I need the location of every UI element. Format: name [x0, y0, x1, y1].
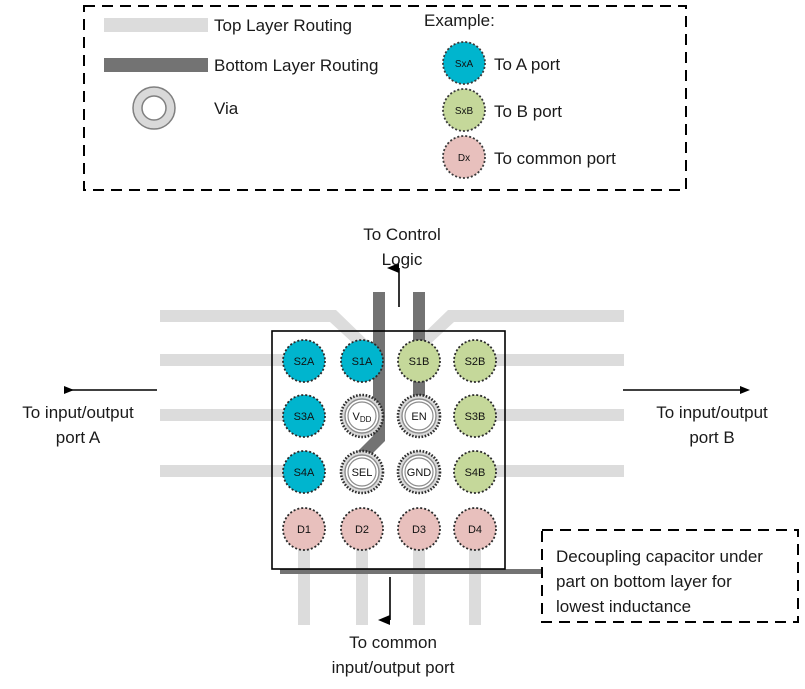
pad-label: D2: [355, 524, 369, 536]
pad-label: S2A: [294, 356, 315, 368]
pad-label: D3: [412, 524, 426, 536]
pad-d2: D2: [340, 507, 384, 551]
annotation-control-logic-line1: To Control: [363, 225, 440, 244]
pad-s2a: S2A: [282, 339, 326, 383]
annotation-port-a: To input/output port A: [22, 386, 157, 447]
pad-s4b: S4B: [453, 450, 497, 494]
decoupling-note-line3: lowest inductance: [556, 597, 691, 616]
annotation-port-a-line1: To input/output: [22, 403, 134, 422]
diagram-canvas: Top Layer Routing Bottom Layer Routing V…: [0, 0, 805, 689]
pad-d3: D3: [397, 507, 441, 551]
pad-label: D1: [297, 524, 311, 536]
pad-gnd: GND: [396, 449, 442, 495]
legend-swatch-top-layer: [104, 18, 208, 32]
pad-label: SEL: [352, 467, 373, 479]
legend-example-common-pad-label: Dx: [458, 153, 470, 164]
pcb-routing-diagram: Top Layer Routing Bottom Layer Routing V…: [22, 5, 799, 677]
pad-label: S1A: [352, 356, 373, 368]
decoupling-note-box: Decoupling capacitor under part on botto…: [541, 529, 799, 623]
legend-example-common-label: To common port: [494, 149, 616, 168]
legend-swatch-bottom-layer: [104, 58, 208, 72]
pad-label: S1B: [409, 356, 430, 368]
pad-s2b: S2B: [453, 339, 497, 383]
pad-label: EN: [411, 411, 426, 423]
pad-s4a: S4A: [282, 450, 326, 494]
legend-example-title: Example:: [424, 11, 495, 30]
pad-grid: S2A S1A S1B S2B S3A VDD EN S3B S4A SEL GND S4B D1 D2 D…: [282, 339, 497, 551]
legend-example-b-pad-label: SxB: [455, 106, 474, 117]
legend-via-icon: [132, 86, 176, 130]
legend-label-via: Via: [214, 99, 239, 118]
pad-sel: SEL: [339, 449, 385, 495]
pad-s1a: S1A: [340, 339, 384, 383]
annotation-common-port: To common input/output port: [332, 577, 455, 677]
annotation-port-b-line1: To input/output: [656, 403, 768, 422]
trace-bottom-sel-to-control: [350, 292, 385, 472]
pad-en: EN: [396, 393, 442, 439]
pad-label: S3B: [465, 411, 486, 423]
legend-box: Top Layer Routing Bottom Layer Routing V…: [83, 5, 687, 191]
pad-label: S3A: [294, 411, 315, 423]
legend-example-b-label: To B port: [494, 102, 562, 121]
legend-label-top-layer: Top Layer Routing: [214, 16, 352, 35]
pad-label: D4: [468, 524, 482, 536]
legend-example-a-label: To A port: [494, 55, 560, 74]
decoupling-note-line1: Decoupling capacitor under: [556, 547, 763, 566]
annotation-common-port-line2: input/output port: [332, 658, 455, 677]
decoupling-note-line2: part on bottom layer for: [556, 572, 732, 591]
pad-s3a: S3A: [282, 394, 326, 438]
pad-s1b: S1B: [397, 339, 441, 383]
annotation-port-b: To input/output port B: [623, 386, 768, 447]
legend-example-a-pad-label: SxA: [455, 59, 474, 70]
pad-d4: D4: [453, 507, 497, 551]
pad-s3b: S3B: [453, 394, 497, 438]
pad-label: GND: [407, 467, 432, 479]
legend-label-bottom-layer: Bottom Layer Routing: [214, 56, 378, 75]
annotation-common-port-line1: To common: [349, 633, 437, 652]
annotation-port-a-line2: port A: [56, 428, 101, 447]
pad-label: S2B: [465, 356, 486, 368]
pad-vdd: VDD: [339, 393, 385, 439]
pad-d1: D1: [282, 507, 326, 551]
annotation-control-logic-line2: Logic: [382, 250, 423, 269]
annotation-port-b-line2: port B: [689, 428, 734, 447]
pad-label: S4B: [465, 467, 486, 479]
pad-label: S4A: [294, 467, 315, 479]
